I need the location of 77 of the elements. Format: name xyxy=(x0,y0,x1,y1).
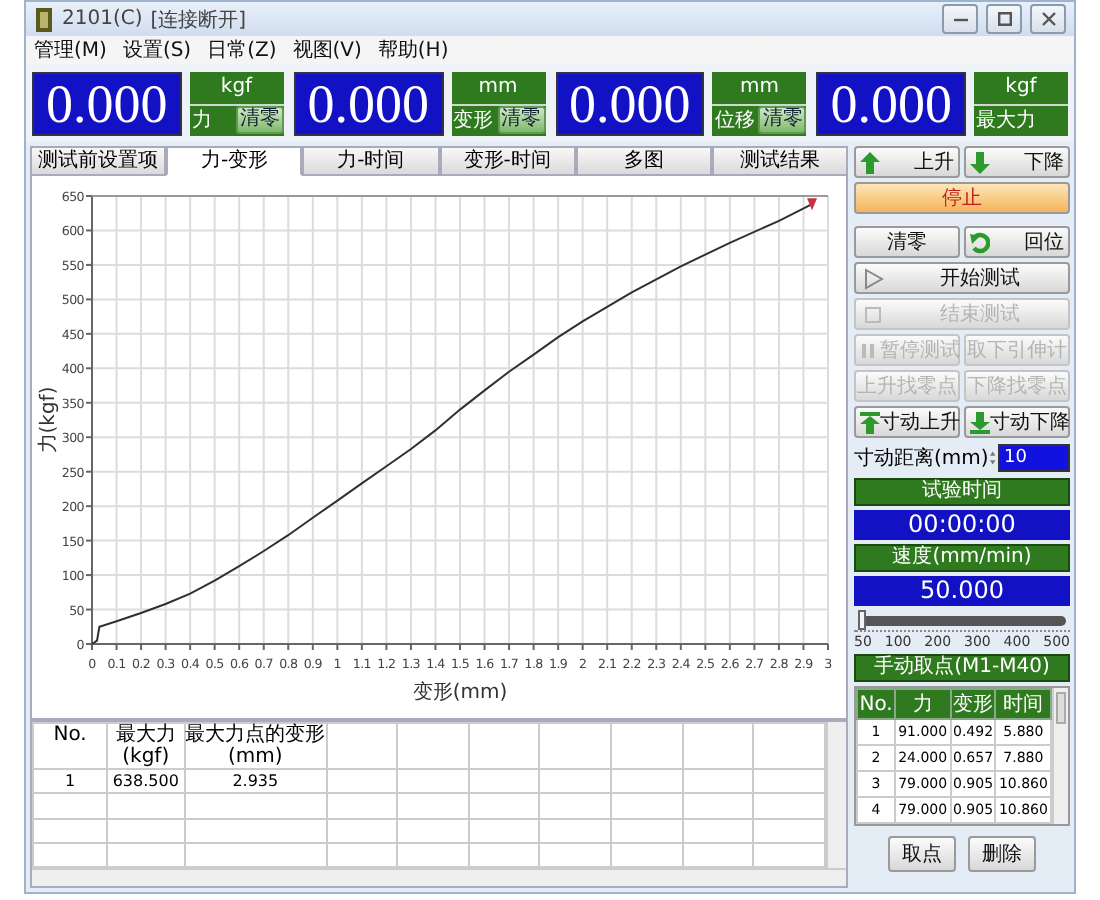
minimize-button[interactable] xyxy=(942,4,978,34)
rotate-arrow-icon xyxy=(970,231,990,253)
unit-label: kgf xyxy=(974,72,1068,103)
column-header: 最大力 (kgf) xyxy=(115,724,176,768)
axis-title: 变形(mm) xyxy=(412,682,508,704)
control-button[interactable]: 下降 xyxy=(964,146,1070,178)
column-header: 力 xyxy=(912,694,933,716)
control-button[interactable]: 清零 xyxy=(854,226,960,258)
section-header: 试验时间 xyxy=(854,478,1070,506)
up-arrow-icon xyxy=(860,411,880,433)
control-button[interactable]: 回位 xyxy=(964,226,1070,258)
minimize-icon xyxy=(953,17,967,21)
connection-status: [连接断开] xyxy=(150,7,247,33)
tab[interactable]: 变形-时间 xyxy=(439,146,576,176)
up-arrow-icon xyxy=(860,151,880,173)
tab[interactable]: 测试前设置项 xyxy=(30,146,167,176)
down-arrow-icon xyxy=(970,151,990,173)
readout-display: 0.000 xyxy=(816,72,966,136)
table-cell: 1 xyxy=(65,772,76,791)
column-header: No. xyxy=(53,724,87,746)
close-icon xyxy=(1041,12,1055,26)
menu-item[interactable]: 视图(V) xyxy=(292,36,362,64)
control-button[interactable]: 删除 xyxy=(968,836,1036,872)
tab[interactable]: 力-时间 xyxy=(302,146,440,176)
menu-item[interactable]: 帮助(H) xyxy=(377,36,449,64)
time-display: 00:00:00 xyxy=(854,510,1070,540)
app-icon xyxy=(34,7,54,31)
scrollbar[interactable] xyxy=(1052,688,1068,824)
control-button[interactable]: 寸动上升 xyxy=(854,406,960,438)
scrollbar[interactable] xyxy=(32,868,846,886)
down-arrow-icon xyxy=(970,411,990,433)
square-icon xyxy=(864,303,884,325)
tab[interactable]: 力-变形 xyxy=(166,146,303,176)
control-button[interactable]: 停止 xyxy=(854,182,1070,214)
menu-item[interactable]: 设置(S) xyxy=(122,36,192,64)
window-title: 2101(C) xyxy=(62,8,143,30)
zero-button[interactable]: 清零 xyxy=(235,106,284,135)
control-button[interactable]: 取点 xyxy=(888,836,956,872)
tab[interactable]: 多图 xyxy=(575,146,712,176)
axis-title: 力(kgf) xyxy=(38,386,60,454)
section-header: 速度(mm/min) xyxy=(854,544,1070,572)
zero-button[interactable]: 清零 xyxy=(758,106,807,135)
maximize-button[interactable] xyxy=(986,4,1022,34)
readout-label: 位移 xyxy=(714,108,755,135)
field-label: 寸动距离(mm) xyxy=(854,445,989,472)
maximize-icon xyxy=(997,12,1011,26)
section-header: 手动取点(M1-M40) xyxy=(854,654,1070,682)
column-header: No. xyxy=(859,693,893,715)
speed-display: 50.000 xyxy=(854,576,1070,606)
column-header: 最大力点的变形 (mm) xyxy=(185,724,326,768)
zero-button[interactable]: 清零 xyxy=(497,106,545,135)
tab[interactable]: 测试结果 xyxy=(711,146,849,176)
readout-display: 0.000 xyxy=(293,72,443,136)
readout-label: 最大力 xyxy=(976,107,1036,135)
menu-item[interactable]: 日常(Z) xyxy=(207,36,277,64)
column-header: 时间 xyxy=(1003,694,1044,716)
pause-icon xyxy=(860,339,880,361)
control-button[interactable]: 寸动下降 xyxy=(964,406,1070,438)
control-button[interactable]: 开始测试 xyxy=(854,262,1070,294)
unit-label: mm xyxy=(451,72,545,103)
menu-item[interactable]: 管理(M) xyxy=(34,36,107,64)
slider-thumb[interactable] xyxy=(858,610,866,630)
play-icon xyxy=(864,267,884,289)
readout-display: 0.000 xyxy=(555,72,705,136)
readout-label: 力 xyxy=(191,107,212,135)
close-button[interactable] xyxy=(1030,4,1066,34)
unit-label: kgf xyxy=(189,72,284,103)
input-field[interactable]: 10 xyxy=(998,444,1070,472)
table-cell: 2.935 xyxy=(232,772,279,791)
column-header: 变形 xyxy=(953,694,993,716)
control-button[interactable]: 上升 xyxy=(854,146,960,178)
readout-label: 变形 xyxy=(453,107,493,135)
table-cell: 638.500 xyxy=(112,772,179,791)
readout-display: 0.000 xyxy=(32,72,182,136)
unit-label: mm xyxy=(712,72,807,103)
end-marker xyxy=(807,198,818,211)
scrollbar[interactable] xyxy=(826,722,846,868)
